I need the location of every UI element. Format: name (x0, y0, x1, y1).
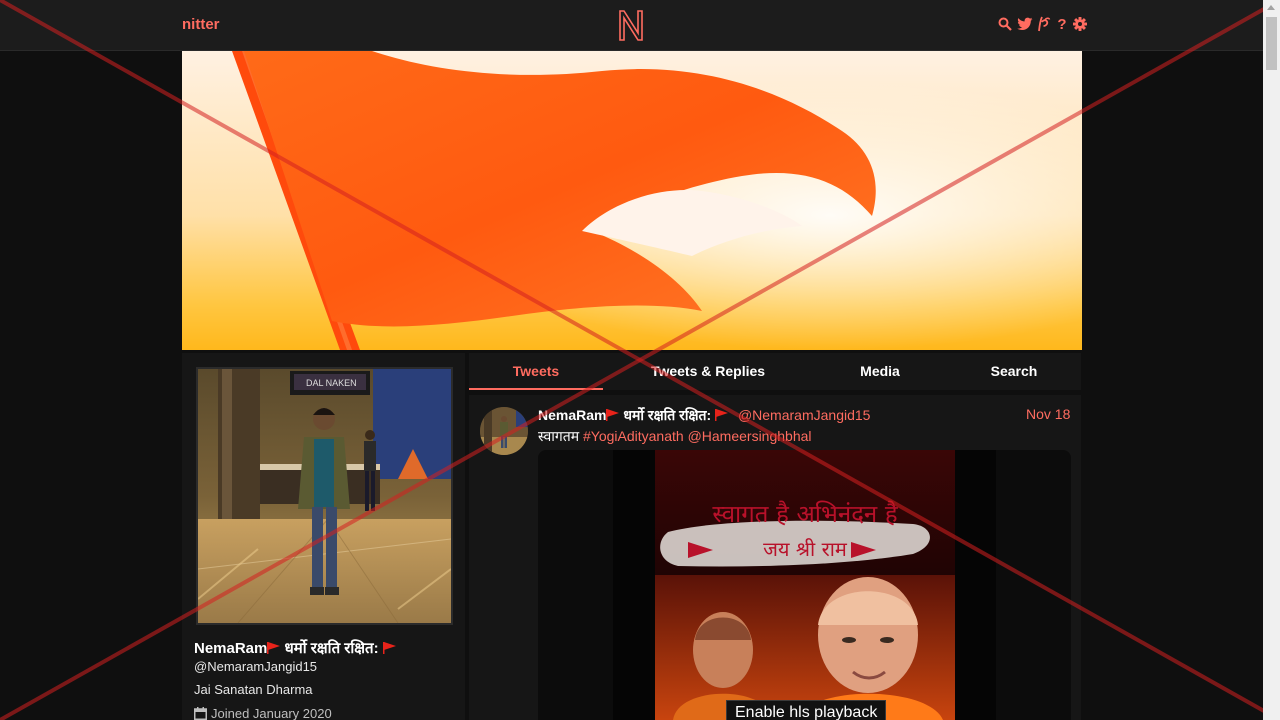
tab-tweets[interactable]: Tweets (469, 353, 603, 390)
profile-username[interactable]: @NemaramJangid15 (194, 659, 317, 674)
brand-link[interactable]: nitter (182, 16, 220, 33)
tweet-avatar[interactable] (480, 407, 528, 455)
saffron-flag-icon (267, 642, 281, 654)
nitter-logo-icon[interactable] (617, 9, 645, 41)
profile-avatar[interactable]: DAL NAKEN (196, 367, 453, 625)
svg-text:DAL NAKEN: DAL NAKEN (306, 378, 357, 388)
help-icon[interactable]: ? (1055, 16, 1069, 33)
tweet-text: स्वागतम (538, 428, 583, 444)
profile-joined-text: Joined January 2020 (211, 706, 332, 720)
tweet-date[interactable]: Nov 18 (1026, 406, 1070, 422)
tab-tweets-replies[interactable]: Tweets & Replies (633, 353, 783, 390)
rss-icon[interactable] (1037, 16, 1051, 32)
tweet-content: स्वागतम #YogiAdityanath @Hameersinghbhal (538, 427, 812, 446)
scroll-thumb[interactable] (1266, 17, 1277, 70)
saffron-flag-icon (382, 642, 396, 654)
tweet-username[interactable]: @NemaramJangid15 (738, 407, 871, 423)
video-overlay-line1: स्वागत है अभिनंदन है (712, 500, 899, 528)
tweet-name-motto: धर्मो रक्षति रक्षित: (619, 407, 716, 423)
profile-fullname[interactable]: NemaRam धर्मो रक्षति रक्षित: (194, 638, 396, 658)
tab-media[interactable]: Media (833, 353, 927, 390)
video-player[interactable]: स्वागत है अभिनंदन है जय श्री राम (613, 450, 996, 720)
profile-name-text: NemaRam (194, 640, 268, 657)
calendar-icon (194, 707, 207, 720)
profile-joined: Joined January 2020 (194, 706, 332, 720)
search-icon[interactable] (998, 16, 1012, 32)
page: nitter ? DAL NAKEN NemaRam धर्मो रक्षति … (0, 0, 1280, 720)
top-nav: nitter ? (0, 0, 1263, 51)
profile-bio: Jai Sanatan Dharma (194, 682, 313, 697)
tweet-name-text: NemaRam (538, 407, 607, 423)
vertical-scrollbar[interactable] (1263, 0, 1280, 720)
nav-icons: ? (998, 16, 1087, 33)
saffron-flag-icon (606, 409, 620, 421)
saffron-flag-icon (715, 409, 729, 421)
gear-icon[interactable] (1073, 16, 1087, 32)
tab-search[interactable]: Search (967, 353, 1061, 390)
profile-name-motto: धर्मो रक्षति रक्षित: (280, 640, 383, 657)
timeline-tabs: Tweets Tweets & Replies Media Search (469, 353, 1081, 390)
tweet-media[interactable]: स्वागत है अभिनंदन है जय श्री राम (538, 450, 1071, 720)
profile-banner[interactable] (182, 51, 1082, 350)
scroll-up-arrow-icon[interactable] (1267, 5, 1275, 10)
tweet-fullname[interactable]: NemaRam धर्मो रक्षति रक्षित: (538, 407, 729, 423)
tweet-header: NemaRam धर्मो रक्षति रक्षित: @NemaramJan… (538, 406, 870, 425)
tweet-mention[interactable]: @Hameersinghbhal (688, 428, 812, 444)
twitter-bird-icon[interactable] (1016, 16, 1033, 32)
tweet-hashtag[interactable]: #YogiAdityanath (583, 428, 684, 444)
video-overlay-line2: जय श्री राम (763, 537, 848, 561)
enable-hls-button[interactable]: Enable hls playback (726, 700, 887, 720)
